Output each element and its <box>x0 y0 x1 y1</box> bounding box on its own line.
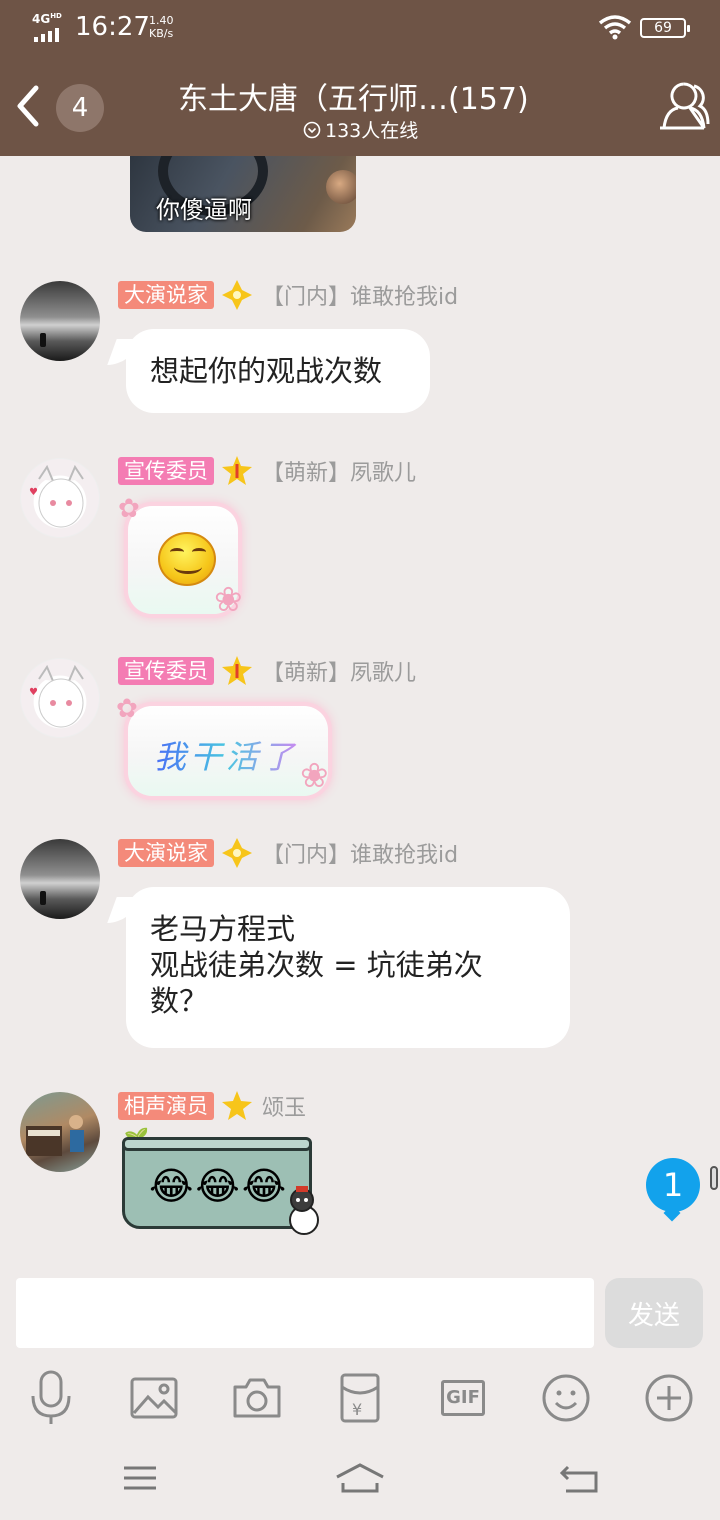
avatar[interactable] <box>20 1092 100 1172</box>
message-meta: 宣传委员 【萌新】夙歌儿 <box>118 656 416 686</box>
member-title-badge: 相声演员 <box>118 1092 214 1120</box>
sakura-icon: ❀ <box>300 756 329 796</box>
sakura-icon: ✿ <box>116 694 138 724</box>
diamond-star-icon <box>222 280 252 310</box>
anime-girl-avatar-art: ♥ <box>29 664 84 728</box>
sender-name[interactable]: 【萌新】夙歌儿 <box>262 455 416 487</box>
member-title-badge: 宣传委员 <box>118 457 214 485</box>
network-speed: 1.40 KB/s <box>149 14 174 40</box>
clock: 16:27 <box>75 12 150 42</box>
sender-name[interactable]: 【门内】谁敢抢我id <box>262 837 458 869</box>
camera-icon[interactable] <box>227 1368 287 1428</box>
diamond-star-icon <box>222 838 252 868</box>
status-bar: 4GHD 16:27 1.40 KB/s 69 <box>0 0 720 56</box>
sakura-icon: ✿ <box>118 494 140 524</box>
member-title-badge: 宣传委员 <box>118 657 214 685</box>
text-sticker-message[interactable]: 我干活了 ✿ ❀ <box>116 694 329 796</box>
red-packet-icon[interactable]: ¥ <box>330 1368 390 1428</box>
sender-name[interactable]: 【门内】谁敢抢我id <box>262 279 458 311</box>
group-title[interactable]: 东土大唐（五行师…(157) <box>178 74 529 118</box>
message-meta: 宣传委员 【萌新】夙歌儿 <box>118 456 416 486</box>
plus-icon[interactable] <box>639 1368 699 1428</box>
avatar[interactable] <box>20 839 100 919</box>
menu-icon[interactable] <box>110 1456 170 1500</box>
laughing-emojis: 😂😂😂 <box>149 1164 289 1208</box>
sender-name[interactable]: 颂玉 <box>262 1090 306 1122</box>
network-type: 4GHD <box>32 12 62 26</box>
back-nav-icon[interactable] <box>550 1456 610 1500</box>
text-message-bubble[interactable]: 老马方程式 观战徒弟次数 = 坑徒弟次 数？ <box>126 887 570 1048</box>
anime-girl-avatar-art: ♥ <box>29 464 84 528</box>
chat-message-list[interactable]: 你傻逼啊 大演说家 【门内】谁敢抢我id 想起你的观战次数 ♥ 宣传委员 【萌新… <box>0 156 720 1260</box>
wifi-icon <box>598 15 632 40</box>
message-meta: 大演说家 【门内】谁敢抢我id <box>118 838 458 868</box>
sticker-caption: 你傻逼啊 <box>156 196 252 224</box>
microphone-icon[interactable] <box>21 1368 81 1428</box>
chat-toolbar: ¥ GIF <box>0 1360 720 1440</box>
sticker-text: 我干活了 <box>154 732 298 778</box>
message-input[interactable] <box>16 1278 594 1348</box>
text-message-bubble[interactable]: 想起你的观战次数 <box>126 329 430 413</box>
back-arrow-icon[interactable] <box>12 82 42 130</box>
gif-icon[interactable]: GIF <box>433 1368 493 1428</box>
svg-text:♥: ♥ <box>29 687 38 698</box>
unread-count-badge[interactable]: 4 <box>56 84 104 132</box>
group-members-icon[interactable] <box>654 80 710 132</box>
image-icon[interactable] <box>124 1368 184 1428</box>
sakura-icon: ❀ <box>214 580 243 620</box>
emoji-icon[interactable] <box>536 1368 596 1428</box>
member-title-badge: 大演说家 <box>118 839 214 867</box>
avatar[interactable]: ♥ <box>20 458 100 538</box>
avatar[interactable] <box>20 281 100 361</box>
new-message-badge[interactable]: 1 <box>646 1158 700 1212</box>
chevron-down-circle-icon <box>303 121 321 138</box>
composer-row: 发送 <box>0 1260 720 1360</box>
image-sticker-message[interactable]: 你傻逼啊 <box>130 156 356 232</box>
send-button[interactable]: 发送 <box>605 1278 703 1348</box>
signal-icon: 4GHD <box>32 12 68 42</box>
online-count[interactable]: 133人在线 <box>303 116 418 143</box>
piano-avatar-art <box>26 1115 84 1156</box>
battery-indicator: 69 <box>640 18 690 38</box>
smiley-face-icon <box>158 532 216 586</box>
star-icon <box>222 456 252 485</box>
message-meta: 大演说家 【门内】谁敢抢我id <box>118 280 458 310</box>
svg-text:♥: ♥ <box>29 487 38 498</box>
chat-header: 4 东土大唐（五行师…(157) 133人在线 <box>0 56 720 156</box>
star-icon <box>222 656 252 685</box>
svg-text:¥: ¥ <box>352 1400 362 1419</box>
system-nav-bar <box>0 1440 720 1520</box>
member-title-badge: 大演说家 <box>118 281 214 309</box>
avatar[interactable]: ♥ <box>20 658 100 738</box>
message-meta: 相声演员 颂玉 <box>118 1091 306 1121</box>
sender-name[interactable]: 【萌新】夙歌儿 <box>262 655 416 687</box>
cat-sticker-icon <box>289 1186 319 1235</box>
star-icon <box>222 1091 252 1120</box>
home-icon[interactable] <box>330 1456 390 1500</box>
scrollbar-handle[interactable] <box>710 1166 718 1190</box>
emoji-sticker-message[interactable]: ✿ ❀ <box>118 494 243 620</box>
